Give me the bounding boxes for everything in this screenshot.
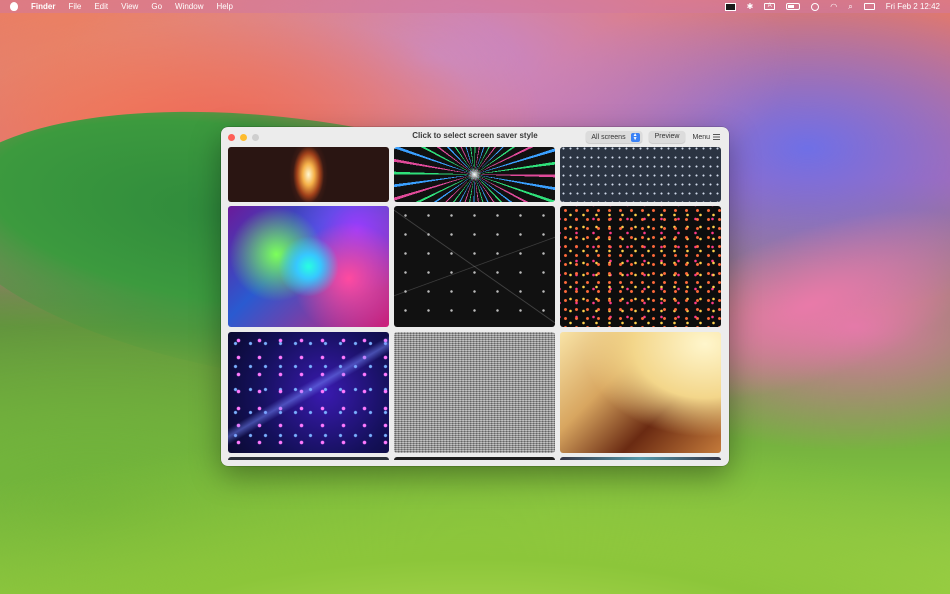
menu-edit[interactable]: Edit xyxy=(94,0,108,13)
screens-select-value: All screens xyxy=(591,133,626,141)
partial-saver-tile[interactable] xyxy=(394,457,555,460)
menu-clock[interactable]: Fri Feb 2 12:42 xyxy=(886,0,940,13)
apple-menu-icon[interactable] xyxy=(10,2,18,11)
screen-saver-window: Click to select screen saver style All s… xyxy=(221,127,729,466)
menu-button-label: Menu xyxy=(692,133,710,141)
screens-select[interactable]: All screens ▲ ▼ xyxy=(586,131,642,143)
preview-button[interactable]: Preview xyxy=(648,131,686,143)
list-icon xyxy=(713,134,720,140)
bokeh-space-saver-tile[interactable] xyxy=(228,332,389,453)
chevron-up-down-icon: ▲ ▼ xyxy=(630,132,640,142)
control-center-icon[interactable] xyxy=(863,3,875,10)
network-lines-saver-tile[interactable] xyxy=(394,206,555,327)
bluetooth-icon[interactable]: ✱ xyxy=(747,0,754,13)
menu-go[interactable]: Go xyxy=(151,0,162,13)
partial-saver-tile[interactable] xyxy=(228,457,389,460)
menu-bar: Finder File Edit View Go Window Help ✱ A… xyxy=(0,0,950,13)
cube-tunnel-saver-tile[interactable] xyxy=(560,332,721,453)
starburst-saver-tile[interactable] xyxy=(394,147,555,202)
user-account-icon[interactable] xyxy=(811,2,820,11)
screen-saver-grid xyxy=(228,147,722,460)
menu-help[interactable]: Help xyxy=(216,0,232,13)
title-bar[interactable]: Click to select screen saver style All s… xyxy=(221,127,729,147)
wifi-icon[interactable]: ◠ xyxy=(830,0,837,13)
menu-file[interactable]: File xyxy=(68,0,81,13)
flame-saver-tile[interactable] xyxy=(228,147,389,202)
menu-app-name[interactable]: Finder xyxy=(31,0,55,13)
menu-view[interactable]: View xyxy=(121,0,138,13)
search-icon[interactable]: ⌕ xyxy=(848,0,852,13)
partial-saver-tile[interactable] xyxy=(560,457,721,460)
dots-saver-tile[interactable] xyxy=(560,147,721,202)
input-source-icon[interactable]: A xyxy=(764,3,776,10)
confetti-particles-saver-tile[interactable] xyxy=(560,206,721,327)
battery-icon[interactable] xyxy=(786,3,801,10)
screen-saver-app-icon[interactable] xyxy=(724,2,736,11)
spiral-lights-saver-tile[interactable] xyxy=(228,206,389,327)
menu-window[interactable]: Window xyxy=(175,0,203,13)
menu-button[interactable]: Menu xyxy=(692,134,720,141)
static-noise-saver-tile[interactable] xyxy=(394,332,555,453)
